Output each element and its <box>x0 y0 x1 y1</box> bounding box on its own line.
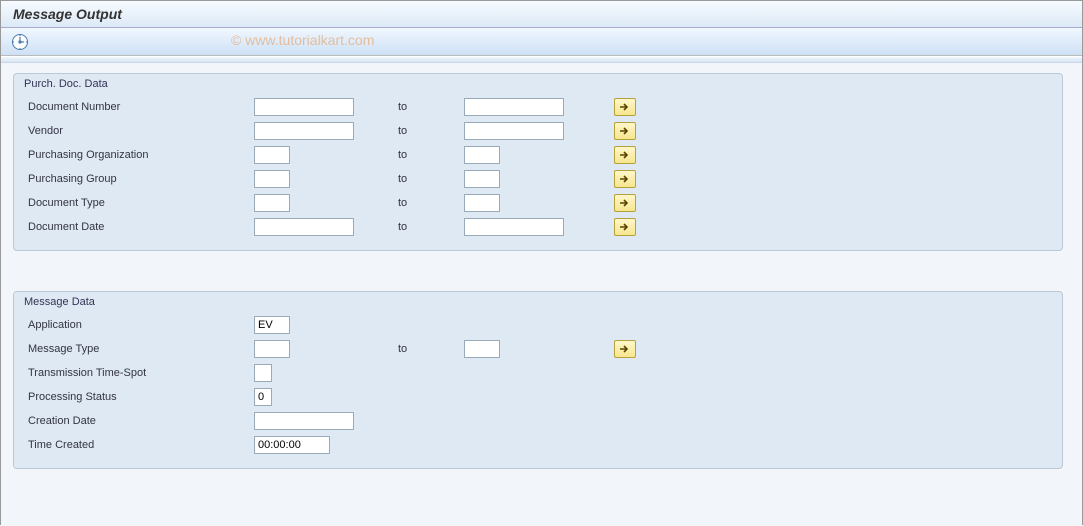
label-application: Application <box>24 319 254 331</box>
row-application: Application <box>24 314 1052 336</box>
transmission-time-spot-field[interactable] <box>254 364 272 382</box>
document-date-from-field[interactable] <box>254 218 354 236</box>
row-document-type: Document Type to <box>24 192 1052 214</box>
label-message-type: Message Type <box>24 343 254 355</box>
purch-group-to-field[interactable] <box>464 170 500 188</box>
label-vendor: Vendor <box>24 125 254 137</box>
arrow-right-icon <box>619 344 631 354</box>
to-label: to <box>394 197 464 209</box>
to-label: to <box>394 173 464 185</box>
content-area: Purch. Doc. Data Document Number to Vend… <box>1 63 1082 526</box>
row-purchasing-group: Purchasing Group to <box>24 168 1052 190</box>
multiple-selection-button[interactable] <box>614 122 636 140</box>
row-message-type: Message Type to <box>24 338 1052 360</box>
label-document-type: Document Type <box>24 197 254 209</box>
multiple-selection-button[interactable] <box>614 98 636 116</box>
to-label: to <box>394 125 464 137</box>
to-label: to <box>394 149 464 161</box>
document-date-to-field[interactable] <box>464 218 564 236</box>
vendor-to-field[interactable] <box>464 122 564 140</box>
row-document-number: Document Number to <box>24 96 1052 118</box>
to-label: to <box>394 343 464 355</box>
arrow-right-icon <box>619 150 631 160</box>
message-type-to-field[interactable] <box>464 340 500 358</box>
multiple-selection-button[interactable] <box>614 146 636 164</box>
watermark: © www.tutorialkart.com <box>231 32 374 48</box>
arrow-right-icon <box>619 222 631 232</box>
label-document-number: Document Number <box>24 101 254 113</box>
label-time-created: Time Created <box>24 439 254 451</box>
purch-group-from-field[interactable] <box>254 170 290 188</box>
multiple-selection-button[interactable] <box>614 218 636 236</box>
processing-status-field[interactable] <box>254 388 272 406</box>
label-document-date: Document Date <box>24 221 254 233</box>
document-number-from-field[interactable] <box>254 98 354 116</box>
label-purchasing-organization: Purchasing Organization <box>24 149 254 161</box>
row-purchasing-organization: Purchasing Organization to <box>24 144 1052 166</box>
label-transmission-time-spot: Transmission Time-Spot <box>24 367 254 379</box>
purch-org-to-field[interactable] <box>464 146 500 164</box>
row-processing-status: Processing Status <box>24 386 1052 408</box>
multiple-selection-button[interactable] <box>614 194 636 212</box>
arrow-right-icon <box>619 126 631 136</box>
label-purchasing-group: Purchasing Group <box>24 173 254 185</box>
row-vendor: Vendor to <box>24 120 1052 142</box>
document-type-to-field[interactable] <box>464 194 500 212</box>
multiple-selection-button[interactable] <box>614 170 636 188</box>
label-creation-date: Creation Date <box>24 415 254 427</box>
row-transmission-time-spot: Transmission Time-Spot <box>24 362 1052 384</box>
message-type-from-field[interactable] <box>254 340 290 358</box>
multiple-selection-button[interactable] <box>614 340 636 358</box>
purch-org-from-field[interactable] <box>254 146 290 164</box>
document-type-from-field[interactable] <box>254 194 290 212</box>
toolbar: © www.tutorialkart.com <box>1 28 1082 56</box>
to-label: to <box>394 221 464 233</box>
page-title: Message Output <box>1 1 1082 28</box>
row-time-created: Time Created <box>24 434 1052 456</box>
row-document-date: Document Date to <box>24 216 1052 238</box>
to-label: to <box>394 101 464 113</box>
document-number-to-field[interactable] <box>464 98 564 116</box>
arrow-right-icon <box>619 102 631 112</box>
group-message-data: Message Data Application Message Type to… <box>13 291 1063 469</box>
group-purch-doc-data: Purch. Doc. Data Document Number to Vend… <box>13 73 1063 251</box>
arrow-right-icon <box>619 174 631 184</box>
vendor-from-field[interactable] <box>254 122 354 140</box>
application-field[interactable] <box>254 316 290 334</box>
group-title: Purch. Doc. Data <box>14 74 1062 92</box>
creation-date-field[interactable] <box>254 412 354 430</box>
time-created-field[interactable] <box>254 436 330 454</box>
label-processing-status: Processing Status <box>24 391 254 403</box>
execute-icon[interactable] <box>11 33 29 51</box>
group-title: Message Data <box>14 292 1062 310</box>
row-creation-date: Creation Date <box>24 410 1052 432</box>
arrow-right-icon <box>619 198 631 208</box>
